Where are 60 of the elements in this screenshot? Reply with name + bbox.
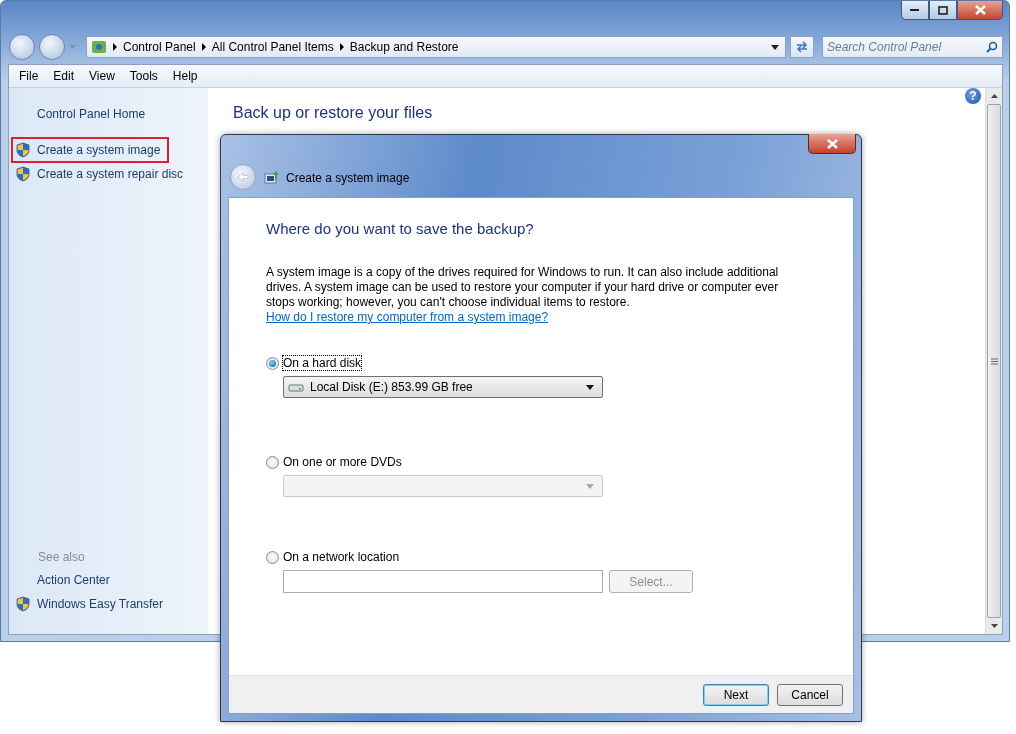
dropdown-arrow-icon [586, 384, 594, 390]
dropdown-arrow-icon[interactable] [771, 44, 779, 50]
breadcrumb-arrow-icon [201, 43, 206, 51]
sidebar-link[interactable]: Action Center [9, 568, 208, 592]
backup-icon [264, 170, 280, 186]
control-panel-icon [91, 39, 107, 55]
menu-item[interactable]: Tools [121, 69, 165, 83]
dropdown[interactable]: Local Disk (E:) 853.99 GB free [283, 376, 603, 398]
close-icon [826, 138, 838, 149]
sidebar-link[interactable]: Create a system image [12, 138, 168, 162]
close-button[interactable] [808, 134, 856, 154]
help-link[interactable]: How do I restore my computer from a system image? [266, 310, 549, 324]
back-button[interactable] [9, 34, 35, 60]
search-field[interactable]: Search Control Panel [822, 36, 1003, 58]
drive-icon [288, 382, 304, 392]
scrollbar[interactable] [985, 88, 1002, 634]
menu-item[interactable]: File [11, 69, 46, 83]
search-icon [986, 41, 998, 53]
shield-icon [15, 166, 31, 182]
scroll-up-icon[interactable] [990, 94, 998, 98]
minimize-button[interactable] [901, 1, 929, 20]
scroll-down-icon[interactable] [990, 624, 998, 628]
dropdown-arrow-icon [586, 483, 594, 489]
menu-item[interactable]: Edit [45, 69, 82, 83]
dialog-button[interactable]: Next [703, 683, 769, 706]
section-heading: See also [37, 549, 86, 566]
shield-icon [15, 142, 31, 158]
sidebar-link[interactable]: Windows Easy Transfer [9, 592, 208, 616]
sidebar-link[interactable]: Control Panel Home [9, 102, 208, 126]
dialog-title: Create a system image [286, 171, 410, 185]
minimize-icon [910, 8, 920, 12]
dialog-heading: Where do you want to save the backup? [266, 220, 535, 237]
breadcrumb[interactable]: All Control Panel Items [211, 40, 334, 54]
grip-icon [990, 357, 998, 365]
address-bar[interactable]: Control Panel All Control Panel Items Backup and Restore [86, 36, 786, 58]
breadcrumb-arrow-icon [339, 43, 344, 51]
refresh-icon [795, 41, 809, 53]
shield-icon [15, 596, 31, 612]
back-button[interactable] [230, 164, 256, 190]
refresh-button[interactable] [790, 36, 814, 58]
radio-label[interactable]: On a network location [283, 550, 400, 564]
back-arrow-icon [237, 172, 249, 182]
forward-button[interactable] [39, 34, 65, 60]
input-field[interactable] [283, 570, 603, 593]
close-button[interactable] [957, 1, 1003, 20]
breadcrumb[interactable]: Control Panel [123, 40, 196, 54]
maximize-icon [938, 5, 948, 15]
menu-item[interactable]: Help [164, 69, 205, 83]
menu-item[interactable]: View [81, 69, 122, 83]
close-icon [974, 5, 986, 15]
breadcrumb[interactable]: Backup and Restore [349, 40, 459, 54]
radio-label[interactable]: On a hard disk [283, 356, 362, 370]
sidebar-link[interactable]: Create a system repair disc [9, 162, 208, 186]
radio-button[interactable] [266, 356, 279, 370]
dialog-button[interactable]: Cancel [777, 683, 843, 706]
page-title: Back up or restore your files [233, 104, 434, 122]
radio-button[interactable] [266, 550, 279, 564]
description: A system image is a copy of the drives required for Windows to run. It can also include additional drives. A system image can be used to restore your computer if your hard drive or computer ever stops working; however, you can't choose individual items to restore. How do I restore my computer from a system image? [266, 265, 780, 325]
breadcrumb-arrow-icon [113, 43, 117, 51]
maximize-button[interactable] [929, 1, 957, 20]
